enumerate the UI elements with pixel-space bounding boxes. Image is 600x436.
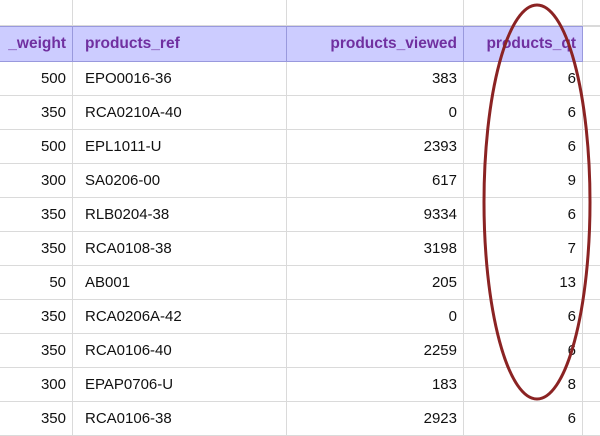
- cell[interactable]: [583, 164, 600, 198]
- cell[interactable]: [464, 0, 583, 26]
- cell-products-qt[interactable]: 6: [464, 300, 583, 334]
- table-row: 300 EPAP0706-U 183 8: [0, 368, 600, 402]
- table-row: 350 RCA0108-38 3198 7: [0, 232, 600, 266]
- cell-products-viewed[interactable]: 383: [287, 62, 464, 96]
- header-cell-products-ref[interactable]: products_ref: [73, 26, 287, 62]
- cell-products-viewed[interactable]: 0: [287, 96, 464, 130]
- spreadsheet-grid: _weight products_ref products_viewed pro…: [0, 0, 600, 436]
- cell-products-qt[interactable]: 6: [464, 334, 583, 368]
- cell-products-ref[interactable]: EPO0016-36: [73, 62, 287, 96]
- table-row: 350 RCA0210A-40 0 6: [0, 96, 600, 130]
- cell-products-qt[interactable]: 7: [464, 232, 583, 266]
- cell-products-qt[interactable]: 9: [464, 164, 583, 198]
- cell[interactable]: [583, 0, 600, 26]
- cell-weight[interactable]: 500: [0, 130, 73, 164]
- cell[interactable]: [583, 198, 600, 232]
- cell-products-ref[interactable]: EPL1011-U: [73, 130, 287, 164]
- table-row: 350 RLB0204-38 9334 6: [0, 198, 600, 232]
- cell-products-ref[interactable]: RCA0206A-42: [73, 300, 287, 334]
- cell-products-qt[interactable]: 6: [464, 62, 583, 96]
- cell-weight[interactable]: 350: [0, 96, 73, 130]
- cell-weight[interactable]: 350: [0, 402, 73, 436]
- empty-row: [0, 0, 600, 26]
- cell[interactable]: [583, 130, 600, 164]
- cell-products-qt[interactable]: 6: [464, 96, 583, 130]
- cell-products-qt[interactable]: 6: [464, 198, 583, 232]
- cell-products-qt[interactable]: 6: [464, 402, 583, 436]
- table-row: 500 EPL1011-U 2393 6: [0, 130, 600, 164]
- cell-weight[interactable]: 350: [0, 198, 73, 232]
- cell-products-viewed[interactable]: 205: [287, 266, 464, 300]
- cell-products-ref[interactable]: RLB0204-38: [73, 198, 287, 232]
- cell-products-ref[interactable]: EPAP0706-U: [73, 368, 287, 402]
- cell-products-qt[interactable]: 8: [464, 368, 583, 402]
- cell-weight[interactable]: 300: [0, 164, 73, 198]
- cell-products-qt[interactable]: 6: [464, 130, 583, 164]
- cell-products-ref[interactable]: RCA0210A-40: [73, 96, 287, 130]
- cell-weight[interactable]: 50: [0, 266, 73, 300]
- table-row: 300 SA0206-00 617 9: [0, 164, 600, 198]
- cell[interactable]: [583, 26, 600, 62]
- cell[interactable]: [73, 0, 287, 26]
- cell-products-viewed[interactable]: 3198: [287, 232, 464, 266]
- table-row: 350 RCA0106-40 2259 6: [0, 334, 600, 368]
- cell[interactable]: [583, 232, 600, 266]
- table-row: 50 AB001 205 13: [0, 266, 600, 300]
- cell-products-viewed[interactable]: 0: [287, 300, 464, 334]
- cell-products-ref[interactable]: RCA0108-38: [73, 232, 287, 266]
- header-cell-products-viewed[interactable]: products_viewed: [287, 26, 464, 62]
- cell-products-ref[interactable]: RCA0106-38: [73, 402, 287, 436]
- cell[interactable]: [583, 62, 600, 96]
- cell[interactable]: [583, 368, 600, 402]
- table-row: 500 EPO0016-36 383 6: [0, 62, 600, 96]
- cell[interactable]: [583, 334, 600, 368]
- header-cell-weight[interactable]: _weight: [0, 26, 73, 62]
- cell-weight[interactable]: 350: [0, 334, 73, 368]
- header-row: _weight products_ref products_viewed pro…: [0, 26, 600, 62]
- cell[interactable]: [0, 0, 73, 26]
- cell-products-ref[interactable]: SA0206-00: [73, 164, 287, 198]
- cell[interactable]: [287, 0, 464, 26]
- cell-products-viewed[interactable]: 2923: [287, 402, 464, 436]
- cell-weight[interactable]: 350: [0, 232, 73, 266]
- cell-weight[interactable]: 350: [0, 300, 73, 334]
- cell-products-viewed[interactable]: 2393: [287, 130, 464, 164]
- cell-products-ref[interactable]: AB001: [73, 266, 287, 300]
- cell[interactable]: [583, 300, 600, 334]
- cell[interactable]: [583, 266, 600, 300]
- cell[interactable]: [583, 96, 600, 130]
- cell-products-viewed[interactable]: 183: [287, 368, 464, 402]
- cell-products-qt[interactable]: 13: [464, 266, 583, 300]
- table-row: 350 RCA0206A-42 0 6: [0, 300, 600, 334]
- cell-products-ref[interactable]: RCA0106-40: [73, 334, 287, 368]
- cell-products-viewed[interactable]: 2259: [287, 334, 464, 368]
- table-row: 350 RCA0106-38 2923 6: [0, 402, 600, 436]
- cell-products-viewed[interactable]: 617: [287, 164, 464, 198]
- cell-weight[interactable]: 300: [0, 368, 73, 402]
- header-cell-products-qt[interactable]: products_qt: [464, 26, 583, 62]
- cell[interactable]: [583, 402, 600, 436]
- cell-products-viewed[interactable]: 9334: [287, 198, 464, 232]
- cell-weight[interactable]: 500: [0, 62, 73, 96]
